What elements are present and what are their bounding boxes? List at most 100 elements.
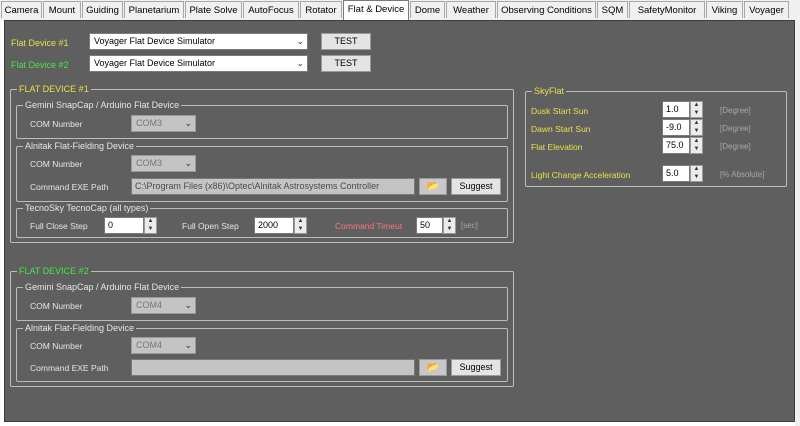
arrow-up-icon[interactable]: ▲ — [444, 218, 455, 225]
flat-device-2-title: FLAT DEVICE #2 — [17, 265, 91, 277]
alnitak-2-exe-label: Command EXE Path — [30, 363, 109, 373]
dusk-unit: [Degree] — [720, 106, 751, 115]
tab-sqm[interactable]: SQM — [597, 1, 628, 18]
gemini-snapcap-2-title: Gemini SnapCap / Arduino Flat Device — [23, 281, 182, 293]
flat-elevation-spinner[interactable]: ▲ ▼ — [690, 137, 703, 154]
arrow-up-icon[interactable]: ▲ — [145, 218, 156, 225]
chevron-down-icon: ⌄ — [184, 118, 192, 128]
light-change-acceleration-label: Light Change Acceleration — [531, 170, 631, 180]
gemini-2-com-select[interactable]: COM4 ⌄ — [131, 297, 196, 314]
chevron-down-icon: ⌄ — [296, 36, 304, 46]
gemini-snapcap-1-title: Gemini SnapCap / Arduino Flat Device — [23, 99, 182, 111]
arrow-down-icon[interactable]: ▼ — [691, 110, 702, 117]
gemini-1-com-value: COM3 — [136, 118, 163, 128]
chevron-down-icon: ⌄ — [184, 300, 192, 310]
tab-camera[interactable]: Camera — [1, 1, 42, 18]
gemini-1-com-label: COM Number — [30, 119, 83, 129]
dawn-start-sun-label: Dawn Start Sun — [531, 124, 591, 134]
test-flat-1-button[interactable]: TEST — [321, 33, 371, 50]
tab-rotator[interactable]: Rotator — [300, 1, 342, 18]
arrow-down-icon[interactable]: ▼ — [691, 146, 702, 153]
full-open-step-label: Full Open Step — [182, 221, 239, 231]
folder-icon[interactable]: 📂 — [419, 178, 447, 195]
arrow-up-icon[interactable]: ▲ — [691, 166, 702, 173]
folder-icon[interactable]: 📂 — [419, 359, 447, 376]
tecnosky-title: TecnoSky TecnoCap (all types) — [23, 202, 151, 214]
tab-flat-device[interactable]: Flat & Device — [343, 0, 409, 20]
tab-safetymonitor[interactable]: SafetyMonitor — [629, 1, 705, 18]
scrollbar[interactable] — [795, 20, 800, 426]
flat-elevation-input[interactable]: 75.0 — [662, 137, 690, 154]
chevron-down-icon: ⌄ — [296, 58, 304, 68]
flat-device-2-select[interactable]: Voyager Flat Device Simulator ⌄ — [89, 55, 308, 72]
alnitak-1-exe-path-field[interactable]: C:\Program Files (x86)\Optec\Alnitak Ast… — [131, 178, 415, 195]
flat-device-2-group: FLAT DEVICE #2 Gemini SnapCap / Arduino … — [10, 265, 514, 387]
arrow-down-icon[interactable]: ▼ — [691, 128, 702, 135]
alnitak-2-suggest-button[interactable]: Suggest — [451, 359, 501, 376]
flat-device-1-group: FLAT DEVICE #1 Gemini SnapCap / Arduino … — [10, 83, 514, 243]
arrow-down-icon[interactable]: ▼ — [691, 174, 702, 181]
tab-viking[interactable]: Viking — [706, 1, 743, 18]
alnitak-1-com-select[interactable]: COM3 ⌄ — [131, 155, 196, 172]
gemini-snapcap-2-group: Gemini SnapCap / Arduino Flat Device COM… — [16, 281, 508, 321]
flat-device-1-select[interactable]: Voyager Flat Device Simulator ⌄ — [89, 33, 308, 50]
full-open-step-input[interactable]: 2000 — [254, 217, 294, 234]
skyflat-group: SkyFlat Dusk Start Sun 1.0 ▲ ▼ [Degree] D… — [525, 85, 787, 187]
flat-device-2-label: Flat Device #2 — [11, 60, 69, 70]
alnitak-1-com-value: COM3 — [136, 158, 163, 168]
arrow-down-icon[interactable]: ▼ — [444, 226, 455, 233]
alnitak-2-exe-path-field[interactable] — [131, 359, 415, 376]
arrow-up-icon[interactable]: ▲ — [691, 120, 702, 127]
tab-autofocus[interactable]: AutoFocus — [243, 1, 299, 18]
arrow-down-icon[interactable]: ▼ — [295, 226, 306, 233]
tab-observing-conditions[interactable]: Observing Conditions — [497, 1, 596, 18]
tab-weather[interactable]: Weather — [446, 1, 496, 18]
alnitak-2-title: Alnitak Flat-Fielding Device — [23, 322, 137, 334]
tab-bar: Camera Mount Guiding Planetarium Plate S… — [0, 0, 800, 20]
alnitak-1-title: Alnitak Flat-Fielding Device — [23, 140, 137, 152]
alnitak-1-suggest-button[interactable]: Suggest — [451, 178, 501, 195]
dawn-start-sun-input[interactable]: -9.0 — [662, 119, 690, 136]
elevation-unit: [Degree] — [720, 142, 751, 151]
flat-device-1-title: FLAT DEVICE #1 — [17, 83, 91, 95]
dawn-unit: [Degree] — [720, 124, 751, 133]
full-close-step-input[interactable]: 0 — [104, 217, 144, 234]
tab-mount[interactable]: Mount — [43, 1, 81, 18]
dawn-start-sun-spinner[interactable]: ▲ ▼ — [690, 119, 703, 136]
flat-device-2-select-value: Voyager Flat Device Simulator — [94, 58, 216, 68]
full-close-step-spinner[interactable]: ▲ ▼ — [144, 217, 157, 234]
arrow-down-icon[interactable]: ▼ — [145, 226, 156, 233]
test-flat-2-button[interactable]: TEST — [321, 55, 371, 72]
chevron-down-icon: ⌄ — [184, 340, 192, 350]
flat-device-1-select-value: Voyager Flat Device Simulator — [94, 36, 216, 46]
flat-device-panel: Flat Device #1 Voyager Flat Device Simul… — [4, 20, 795, 422]
light-change-acceleration-input[interactable]: 5.0 — [662, 165, 690, 182]
alnitak-2-com-label: COM Number — [30, 341, 83, 351]
flat-elevation-label: Flat Elevation — [531, 142, 583, 152]
tab-dome[interactable]: Dome — [410, 1, 445, 18]
light-change-acceleration-spinner[interactable]: ▲ ▼ — [690, 165, 703, 182]
tab-voyager[interactable]: Voyager — [744, 1, 789, 18]
arrow-up-icon[interactable]: ▲ — [295, 218, 306, 225]
tecnosky-group: TecnoSky TecnoCap (all types) Full Close… — [16, 202, 508, 238]
tab-planetarium[interactable]: Planetarium — [124, 1, 184, 18]
command-timeout-spinner[interactable]: ▲ ▼ — [443, 217, 456, 234]
full-open-step-spinner[interactable]: ▲ ▼ — [294, 217, 307, 234]
tab-plate-solve[interactable]: Plate Solve — [185, 1, 242, 18]
flat-device-1-label: Flat Device #1 — [11, 38, 69, 48]
command-timeout-label: Command Timeut — [335, 221, 403, 231]
alnitak-2-group: Alnitak Flat-Fielding Device COM Number … — [16, 322, 508, 382]
dusk-start-sun-spinner[interactable]: ▲ ▼ — [690, 101, 703, 118]
alnitak-2-com-value: COM4 — [136, 340, 163, 350]
timeout-unit: [sec] — [461, 221, 478, 230]
alnitak-1-exe-label: Command EXE Path — [30, 182, 109, 192]
alnitak-2-com-select[interactable]: COM4 ⌄ — [131, 337, 196, 354]
arrow-up-icon[interactable]: ▲ — [691, 138, 702, 145]
arrow-up-icon[interactable]: ▲ — [691, 102, 702, 109]
dusk-start-sun-input[interactable]: 1.0 — [662, 101, 690, 118]
tab-guiding[interactable]: Guiding — [82, 1, 123, 18]
gemini-2-com-label: COM Number — [30, 301, 83, 311]
gemini-1-com-select[interactable]: COM3 ⌄ — [131, 115, 196, 132]
dusk-start-sun-label: Dusk Start Sun — [531, 106, 589, 116]
command-timeout-input[interactable]: 50 — [416, 217, 443, 234]
